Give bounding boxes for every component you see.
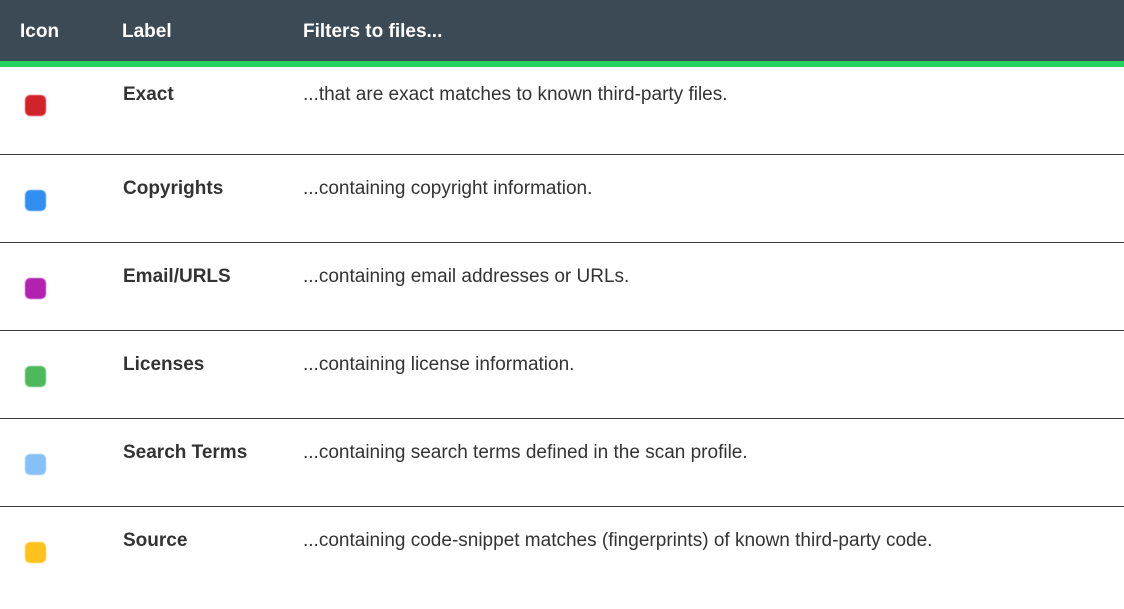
row-label: Licenses <box>123 354 205 375</box>
row-label: Copyrights <box>123 178 224 199</box>
row-label: Email/URLS <box>123 266 231 287</box>
table-row: Exact ...that are exact matches to known… <box>0 67 1124 155</box>
table-row: Copyrights ...containing copyright infor… <box>0 155 1124 243</box>
source-color-icon <box>25 542 46 563</box>
table-row: Search Terms ...containing search terms … <box>0 419 1124 507</box>
table-header: Icon Label Filters to files... <box>0 0 1124 67</box>
table-row: Source ...containing code-snippet matche… <box>0 507 1124 609</box>
column-header-description: Filters to files... <box>303 21 443 42</box>
icon-legend-table: Icon Label Filters to files... Exact ...… <box>0 0 1124 563</box>
table-row: Licenses ...containing license informati… <box>0 331 1124 419</box>
row-description: ...containing code-snippet matches (fing… <box>303 530 933 551</box>
row-label: Search Terms <box>123 442 248 463</box>
table-row: Email/URLS ...containing email addresses… <box>0 243 1124 331</box>
row-description: ...containing license information. <box>303 354 575 375</box>
column-header-label: Label <box>122 21 172 42</box>
row-description: ...containing search terms defined in th… <box>303 442 748 463</box>
row-description: ...containing copyright information. <box>303 178 593 199</box>
email-urls-color-icon <box>25 278 46 299</box>
row-description: ...that are exact matches to known third… <box>303 84 728 105</box>
search-terms-color-icon <box>25 454 46 475</box>
copyrights-color-icon <box>25 190 46 211</box>
row-label: Source <box>123 530 188 551</box>
exact-color-icon <box>25 95 46 116</box>
licenses-color-icon <box>25 366 46 387</box>
column-header-icon: Icon <box>20 21 60 42</box>
row-label: Exact <box>123 84 174 105</box>
row-description: ...containing email addresses or URLs. <box>303 266 630 287</box>
